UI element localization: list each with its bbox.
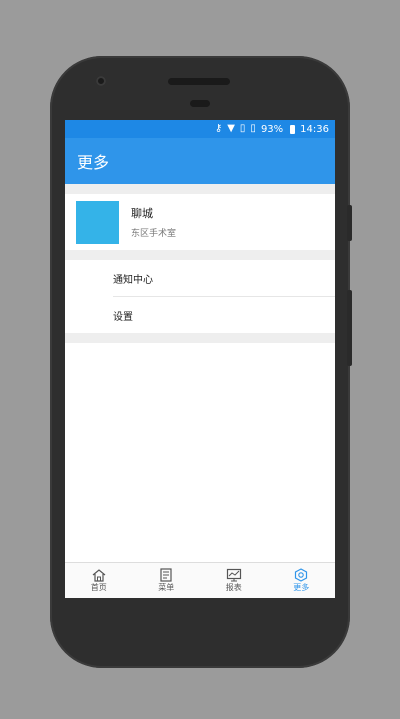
section-gap — [65, 250, 335, 260]
bottom-navigation: 首页 菜单 报表 更多 — [65, 562, 335, 598]
profile-text: 聊城 东区手术室 — [131, 205, 176, 239]
section-gap — [65, 333, 335, 343]
menu-item-settings[interactable]: 设置 — [65, 297, 335, 333]
no-sim-icon: ▯ — [239, 123, 246, 134]
earpiece-speaker — [168, 78, 230, 85]
no-sim-icon: ▯ — [250, 123, 256, 134]
front-camera — [96, 76, 106, 86]
clock: 14:36 — [300, 123, 329, 135]
power-button — [347, 290, 352, 366]
nav-tab-more[interactable]: 更多 — [268, 563, 336, 598]
home-icon — [92, 569, 106, 582]
gear-icon — [295, 568, 308, 582]
status-bar: ⚷ ▼ ▯ ▯ 93% 14:36 — [65, 120, 335, 138]
profile-department: 东区手术室 — [131, 229, 177, 239]
key-icon: ⚷ — [214, 123, 223, 134]
battery-percent: 93% — [260, 123, 284, 135]
proximity-sensor — [190, 100, 210, 107]
nav-tab-home[interactable]: 首页 — [65, 563, 133, 598]
nav-label: 更多 — [293, 583, 310, 592]
nav-label: 菜单 — [158, 583, 175, 592]
menu-item-label: 通知中心 — [113, 274, 153, 286]
nav-tab-report[interactable]: 报表 — [200, 563, 268, 598]
nav-label: 首页 — [90, 583, 107, 592]
chart-icon — [226, 568, 241, 582]
menu-item-notification-center[interactable]: 通知中心 — [65, 260, 335, 296]
wifi-icon: ▼ — [227, 123, 235, 134]
menu-list-icon — [160, 568, 172, 582]
profile-name: 聊城 — [131, 207, 153, 220]
volume-button — [347, 205, 352, 241]
battery-icon — [290, 124, 296, 134]
page-title: 更多 — [77, 153, 110, 172]
avatar — [76, 200, 119, 244]
app-screen: ⚷ ▼ ▯ ▯ 93% 14:36 更多 聊城 东区手术室 通知中心 设置 首页 — [65, 120, 335, 598]
nav-tab-menu[interactable]: 菜单 — [133, 563, 201, 598]
profile-card[interactable]: 聊城 东区手术室 — [65, 194, 335, 250]
app-toolbar: 更多 — [65, 138, 335, 184]
menu-item-label: 设置 — [113, 311, 133, 323]
nav-label: 报表 — [225, 583, 242, 592]
section-gap — [65, 184, 335, 194]
